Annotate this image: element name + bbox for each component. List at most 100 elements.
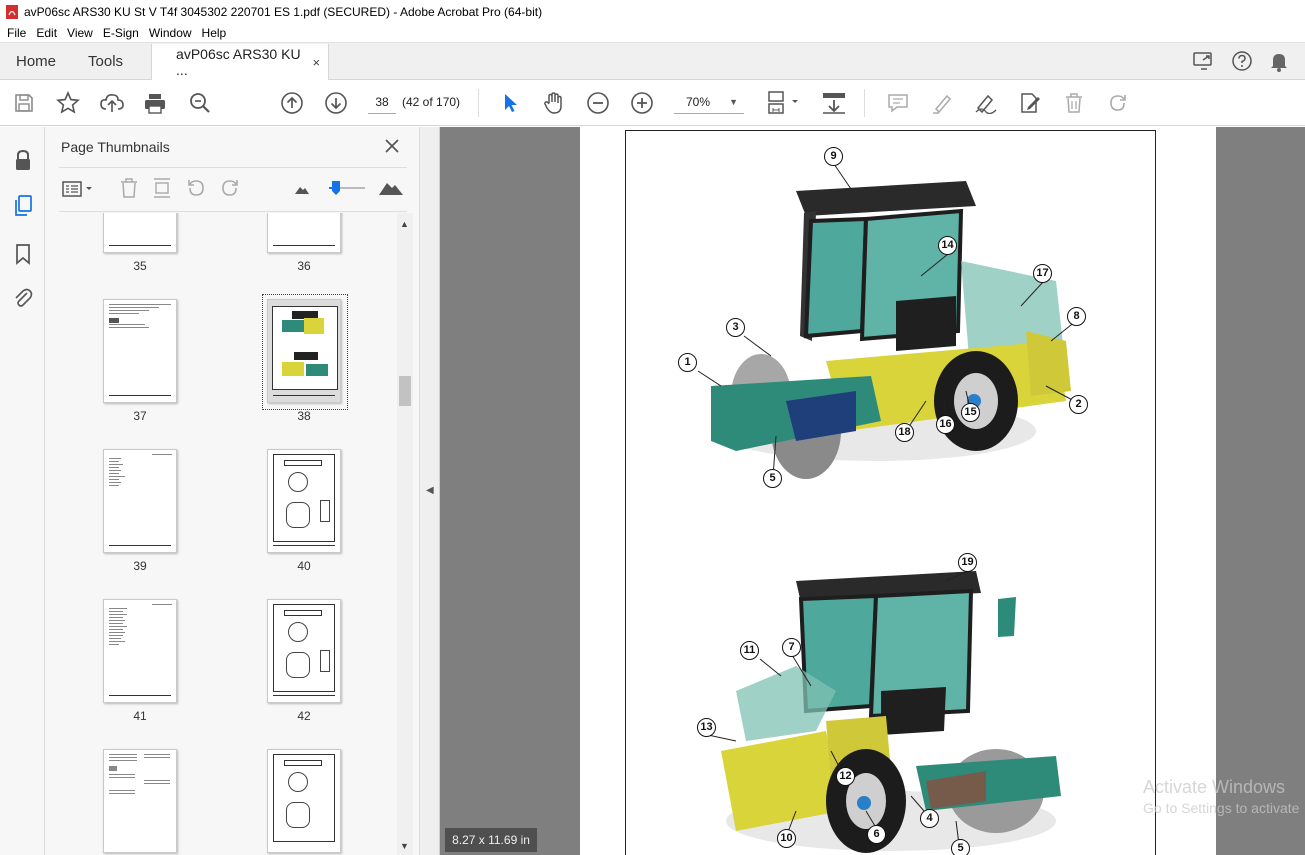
extract-pages-icon[interactable] [151, 177, 173, 202]
callout-8: 8 [1067, 307, 1086, 326]
upload-cloud-icon[interactable] [100, 91, 124, 115]
tab-tools[interactable]: Tools [72, 43, 139, 79]
bookmark-star-icon[interactable] [56, 91, 80, 115]
callout-9: 9 [824, 147, 843, 166]
scroll-up-icon[interactable]: ▲ [400, 219, 409, 229]
hand-tool-icon[interactable] [542, 91, 566, 115]
delete-pages-icon[interactable] [119, 177, 139, 202]
share-screen-icon[interactable] [1193, 51, 1215, 71]
page-thumbnail[interactable] [267, 749, 341, 853]
document-tab-label: avP06sc ARS30 KU ... [176, 46, 301, 78]
page-thumbnail-37[interactable] [103, 299, 177, 403]
zoom-search-icon[interactable] [188, 91, 212, 115]
thumbnail-size-large-icon[interactable] [379, 179, 403, 198]
roller-illustration-bottom [721, 571, 1061, 853]
menu-bar: File Edit View E-Sign Window Help [0, 23, 1305, 43]
panel-collapse-handle[interactable]: ◀ [420, 127, 440, 855]
callout-4: 4 [920, 809, 939, 828]
bookmarks-icon[interactable] [11, 242, 35, 266]
thumbnail-label: 36 [297, 259, 311, 273]
chevron-down-icon: ▼ [729, 97, 738, 107]
page-figure-frame: 9 14 17 8 3 1 2 15 16 18 5 19 11 7 13 12… [625, 130, 1156, 855]
next-page-icon[interactable] [324, 91, 348, 115]
rotate-right-icon[interactable] [219, 177, 241, 202]
callout-13: 13 [697, 718, 716, 737]
callout-12: 12 [836, 767, 855, 786]
sign-pen-icon[interactable] [974, 91, 998, 115]
rotate-left-icon[interactable] [185, 177, 207, 202]
main-toolbar: 38 (42 of 170) 70% ▼ [0, 80, 1305, 126]
zoom-level-value: 70% [686, 95, 711, 109]
menu-help[interactable]: Help [197, 26, 232, 40]
scroll-down-icon[interactable]: ▼ [400, 841, 409, 851]
menu-view[interactable]: View [62, 26, 98, 40]
page-size-indicator: 8.27 x 11.69 in [445, 828, 537, 852]
attachments-paperclip-icon[interactable] [11, 286, 35, 310]
page-thumbnail[interactable] [103, 749, 177, 853]
callout-3: 3 [726, 318, 745, 337]
panel-toolbar [59, 175, 407, 203]
callout-14: 14 [938, 236, 957, 255]
thumbnail-options-menu-icon[interactable] [61, 179, 95, 202]
activate-windows-watermark: Activate Windows Go to Settings to activ… [1143, 777, 1299, 816]
document-view: 9 14 17 8 3 1 2 15 16 18 5 19 11 7 13 12… [440, 127, 1305, 855]
menu-file[interactable]: File [2, 26, 31, 40]
callout-6: 6 [867, 825, 886, 844]
toolbar-divider [864, 89, 865, 117]
thumbnail-label: 35 [133, 259, 147, 273]
delete-trash-icon[interactable] [1062, 91, 1086, 115]
thumbnail-label: 38 [297, 409, 311, 423]
zoom-out-icon[interactable] [586, 91, 610, 115]
panel-title: Page Thumbnails [61, 139, 170, 155]
thumbnail-label: 42 [297, 709, 311, 723]
scroll-mode-icon[interactable] [820, 91, 848, 115]
chevron-left-icon[interactable]: ◀ [426, 485, 434, 496]
callout-11: 11 [740, 641, 759, 660]
thumbnail-scrollbar[interactable]: ▲ ▼ [397, 213, 413, 855]
close-tab-icon[interactable]: × [312, 55, 320, 70]
panel-divider [59, 167, 407, 168]
thumbnail-list: 35 36 37 38 39 40 41 42 [45, 213, 397, 855]
help-icon[interactable] [1231, 50, 1253, 72]
print-icon[interactable] [143, 91, 167, 115]
title-bar: avP06sc ARS30 KU St V T4f 3045302 220701… [0, 0, 1305, 23]
thumbnail-size-slider[interactable] [327, 179, 367, 200]
page-thumbnail-38[interactable] [267, 299, 341, 403]
page-thumbnails-icon[interactable] [11, 194, 35, 218]
menu-window[interactable]: Window [144, 26, 197, 40]
callout-10: 10 [777, 829, 796, 848]
lock-icon[interactable] [11, 148, 35, 172]
select-cursor-icon[interactable] [498, 91, 522, 115]
tab-home[interactable]: Home [0, 43, 72, 79]
callout-2: 2 [1069, 395, 1088, 414]
page-thumbnail-39[interactable] [103, 449, 177, 553]
page-number-input[interactable]: 38 [368, 90, 396, 114]
page-fit-icon[interactable] [764, 91, 800, 115]
zoom-level-select[interactable]: 70% ▼ [674, 90, 744, 114]
comment-icon[interactable] [886, 91, 910, 115]
callout-5-bottom: 5 [951, 839, 970, 855]
highlight-pen-icon[interactable] [930, 91, 954, 115]
left-rail [0, 127, 45, 855]
notifications-bell-icon[interactable] [1269, 50, 1289, 72]
thumbnail-label: 41 [133, 709, 147, 723]
edit-document-icon[interactable] [1018, 91, 1042, 115]
page-thumbnail-41[interactable] [103, 599, 177, 703]
page-thumbnail-35[interactable] [103, 213, 177, 253]
close-panel-icon[interactable] [383, 137, 401, 155]
zoom-in-icon[interactable] [630, 91, 654, 115]
page-thumbnail-40[interactable] [267, 449, 341, 553]
page-thumbnail-36[interactable] [267, 213, 341, 253]
thumbnail-size-small-icon[interactable] [295, 183, 309, 197]
save-icon[interactable] [12, 91, 36, 115]
scrollbar-thumb[interactable] [399, 376, 411, 406]
callout-17: 17 [1033, 264, 1052, 283]
window-title: avP06sc ARS30 KU St V T4f 3045302 220701… [24, 4, 543, 19]
tab-document[interactable]: avP06sc ARS30 KU ... × [151, 44, 330, 80]
menu-edit[interactable]: Edit [31, 26, 62, 40]
page-thumbnail-42[interactable] [267, 599, 341, 703]
redo-icon[interactable] [1106, 91, 1130, 115]
previous-page-icon[interactable] [280, 91, 304, 115]
menu-esign[interactable]: E-Sign [98, 26, 144, 40]
callout-19: 19 [958, 553, 977, 572]
